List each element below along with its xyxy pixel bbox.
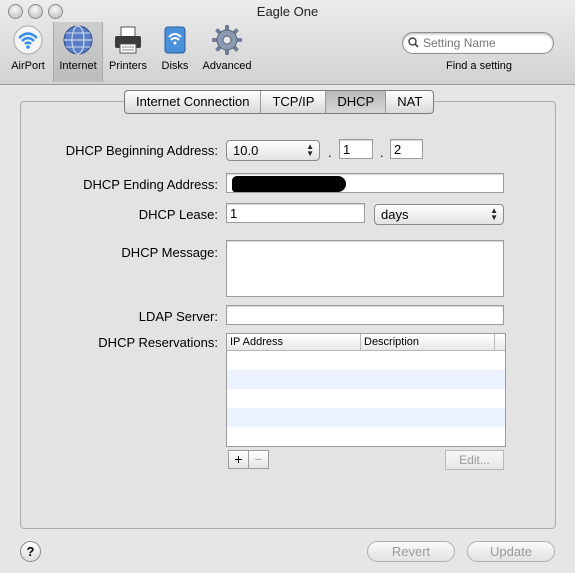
toolbar-label-internet: Internet [59, 60, 97, 72]
table-row[interactable] [227, 351, 505, 370]
tab-dhcp[interactable]: DHCP [325, 91, 386, 113]
dhcp-begin-octet4-field[interactable] [390, 139, 423, 159]
table-row[interactable] [227, 427, 505, 446]
table-row[interactable] [227, 370, 505, 389]
revert-button[interactable]: Revert [367, 541, 455, 562]
remove-reservation-button[interactable]: − [248, 450, 269, 469]
dhcp-lease-unit-popup[interactable]: days ▲ ▼ [374, 204, 504, 225]
popup-arrows-icon: ▲ ▼ [490, 206, 498, 222]
toolbar-item-printers[interactable]: Printers [105, 24, 151, 72]
search-input[interactable] [421, 35, 551, 51]
dhcp-begin-label: DHCP Beginning Address: [65, 143, 218, 158]
toolbar-label-airport: AirPort [11, 60, 45, 72]
dhcp-begin-octet3-field[interactable] [339, 139, 373, 159]
column-header-spacer [495, 334, 505, 350]
edit-button[interactable]: Edit... [445, 450, 504, 470]
toolbar-item-disks[interactable]: Disks [152, 24, 198, 72]
dhcp-message-label: DHCP Message: [121, 245, 218, 260]
toolbar-item-internet[interactable]: Internet [53, 22, 103, 82]
printer-icon [112, 24, 144, 56]
toolbar-item-airport[interactable]: AirPort [5, 24, 51, 72]
add-reservation-button[interactable]: + [228, 450, 249, 469]
dhcp-begin-popup[interactable]: 10.0 ▲ ▼ [226, 140, 320, 161]
setting-search-field[interactable] [402, 32, 554, 54]
dhcp-lease-label: DHCP Lease: [138, 207, 218, 222]
redaction-mark [232, 176, 346, 192]
dhcp-lease-unit-value: days [381, 207, 409, 222]
toolbar-item-advanced[interactable]: Advanced [200, 24, 254, 72]
toolbar-label-advanced: Advanced [202, 60, 252, 72]
toolbar: Eagle One AirPort Internet Printers Disk… [0, 0, 575, 85]
popup-arrows-icon: ▲ ▼ [306, 142, 314, 158]
toolbar-label-printers: Printers [109, 60, 147, 72]
tab-internet-connection[interactable]: Internet Connection [125, 91, 260, 113]
dhcp-begin-popup-value: 10.0 [233, 143, 259, 158]
gear-icon [211, 24, 243, 56]
tab-bar: Internet Connection TCP/IP DHCP NAT [124, 90, 435, 114]
search-caption: Find a setting [445, 60, 513, 72]
table-header: IP Address Description [227, 334, 505, 351]
table-row[interactable] [227, 408, 505, 427]
ldap-server-field[interactable] [226, 305, 504, 325]
column-header-ip-address[interactable]: IP Address [227, 334, 361, 350]
reservations-table[interactable]: IP Address Description [226, 333, 506, 447]
update-button[interactable]: Update [467, 541, 555, 562]
airport-wifi-icon [12, 24, 44, 56]
globe-icon [62, 24, 94, 56]
table-row[interactable] [227, 389, 505, 408]
dhcp-lease-field[interactable] [226, 203, 365, 223]
window-title: Eagle One [256, 4, 319, 19]
dot-separator: . [380, 145, 384, 160]
tab-nat[interactable]: NAT [385, 91, 433, 113]
dhcp-end-label: DHCP Ending Address: [83, 177, 218, 192]
disk-icon [159, 24, 191, 56]
dot-separator: . [328, 145, 332, 160]
ldap-server-label: LDAP Server: [138, 309, 218, 324]
help-button[interactable]: ? [20, 541, 41, 562]
dhcp-message-textarea[interactable] [226, 240, 504, 297]
tab-tcp-ip[interactable]: TCP/IP [260, 91, 325, 113]
dhcp-reservations-label: DHCP Reservations: [98, 335, 218, 350]
search-icon [408, 37, 419, 48]
airport-utility-window: Eagle One AirPort Internet Printers Disk… [0, 0, 575, 573]
toolbar-label-disks: Disks [161, 60, 189, 72]
column-header-description[interactable]: Description [361, 334, 495, 350]
